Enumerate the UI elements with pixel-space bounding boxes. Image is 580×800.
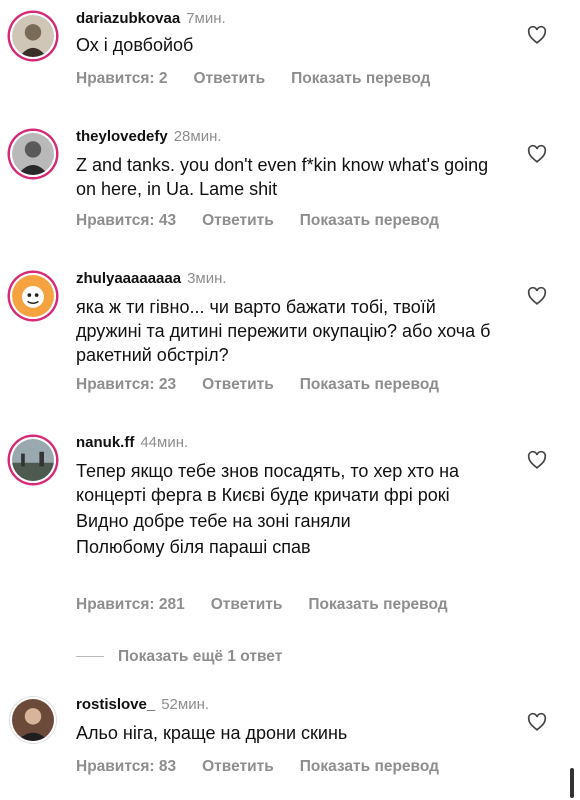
username[interactable]: dariazubkovaa [76, 10, 180, 27]
timestamp: 7мин. [186, 10, 226, 27]
comment-text: Тепер якщо тебе знов посадять, то хер хт… [76, 459, 506, 561]
timestamp: 3мин. [187, 270, 227, 287]
timestamp: 44мин. [140, 434, 189, 451]
reply-button[interactable]: Ответить [211, 596, 283, 613]
comment-line: Видно добре тебе на зоні ганяли [76, 511, 351, 531]
reply-button[interactable]: Ответить [193, 70, 265, 87]
likes-count[interactable]: Нравится: 2 [76, 70, 167, 87]
timestamp: 52мин. [161, 696, 210, 713]
heart-icon[interactable] [526, 24, 548, 46]
show-more-replies-button[interactable]: Показать ещё 1 ответ [76, 648, 282, 666]
avatar[interactable] [10, 437, 56, 483]
avatar[interactable] [10, 131, 56, 177]
heart-icon[interactable] [526, 449, 548, 471]
username[interactable]: rostislove_ [76, 696, 155, 713]
comment-line: Альо ніга, краще на дрони скинь [76, 723, 348, 743]
avatar[interactable] [10, 13, 56, 59]
comment-line: Z and tanks. you don't even f*kin know w… [76, 155, 489, 199]
timestamp: 28мин. [173, 128, 222, 145]
reply-button[interactable]: Ответить [202, 212, 274, 229]
show-more-replies-label: Показать ещё 1 ответ [118, 648, 283, 665]
heart-icon[interactable] [526, 711, 548, 733]
show-translation-button[interactable]: Показать перевод [300, 376, 439, 393]
show-translation-button[interactable]: Показать перевод [308, 596, 447, 613]
username[interactable]: nanuk.ff [76, 434, 134, 451]
show-translation-button[interactable]: Показать перевод [300, 758, 439, 775]
avatar[interactable] [10, 273, 56, 319]
heart-icon[interactable] [526, 143, 548, 165]
comment-line: Полюбому біля параші спав [76, 537, 311, 557]
divider [76, 656, 104, 658]
show-translation-button[interactable]: Показать перевод [291, 70, 430, 87]
comment-text: Z and tanks. you don't even f*kin know w… [76, 153, 506, 203]
reply-button[interactable]: Ответить [202, 376, 274, 393]
comment-text: яка ж ти гівно... чи варто бажати тобі, … [76, 295, 506, 369]
username[interactable]: zhulyaaaaaaaa [76, 270, 181, 287]
likes-count[interactable]: Нравится: 83 [76, 758, 176, 775]
likes-count[interactable]: Нравится: 23 [76, 376, 176, 393]
reply-button[interactable]: Ответить [202, 758, 274, 775]
scrollbar[interactable] [570, 768, 574, 798]
comment-line: Ох і довбойоб [76, 35, 194, 55]
comment-line: яка ж ти гівно... чи варто бажати тобі, … [76, 297, 491, 365]
heart-icon[interactable] [526, 285, 548, 307]
comment-text: Альо ніга, краще на дрони скинь [76, 721, 506, 747]
likes-count[interactable]: Нравится: 43 [76, 212, 176, 229]
avatar[interactable] [10, 697, 56, 743]
username[interactable]: theylovedefy [76, 128, 168, 145]
likes-count[interactable]: Нравится: 281 [76, 596, 185, 613]
comment-text: Ох і довбойоб [76, 33, 506, 59]
show-translation-button[interactable]: Показать перевод [300, 212, 439, 229]
comment-line: Тепер якщо тебе знов посадять, то хер хт… [76, 461, 460, 505]
